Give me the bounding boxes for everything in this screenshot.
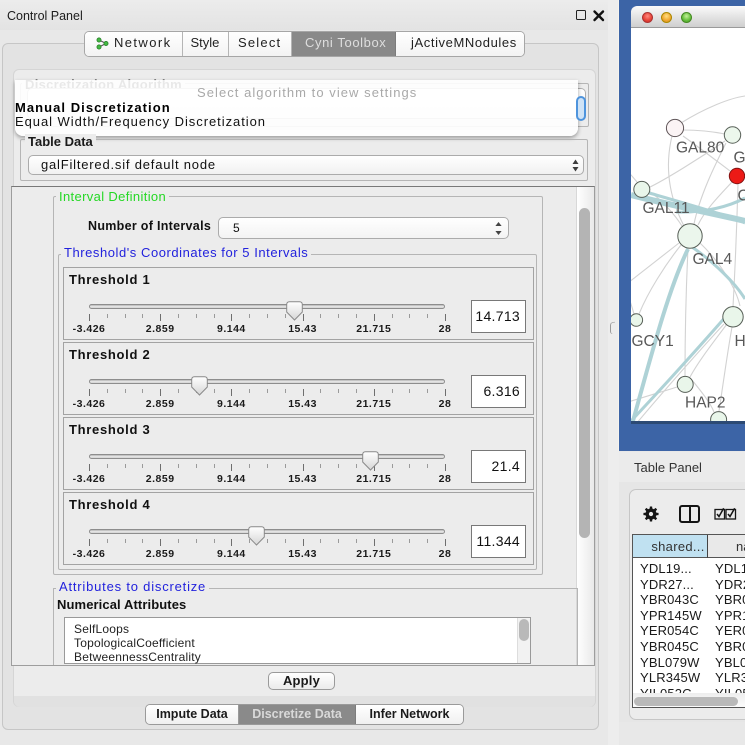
svg-text:GCY1: GCY1 bbox=[632, 333, 674, 350]
svg-text:GAL4: GAL4 bbox=[693, 251, 733, 268]
svg-text:C: C bbox=[738, 188, 745, 205]
svg-text:GAL80: GAL80 bbox=[676, 140, 725, 157]
svg-text:GAL11: GAL11 bbox=[643, 200, 690, 217]
svg-text:HA: HA bbox=[735, 333, 745, 350]
svg-text:HAP2: HAP2 bbox=[685, 395, 726, 412]
svg-text:GA: GA bbox=[734, 150, 745, 167]
